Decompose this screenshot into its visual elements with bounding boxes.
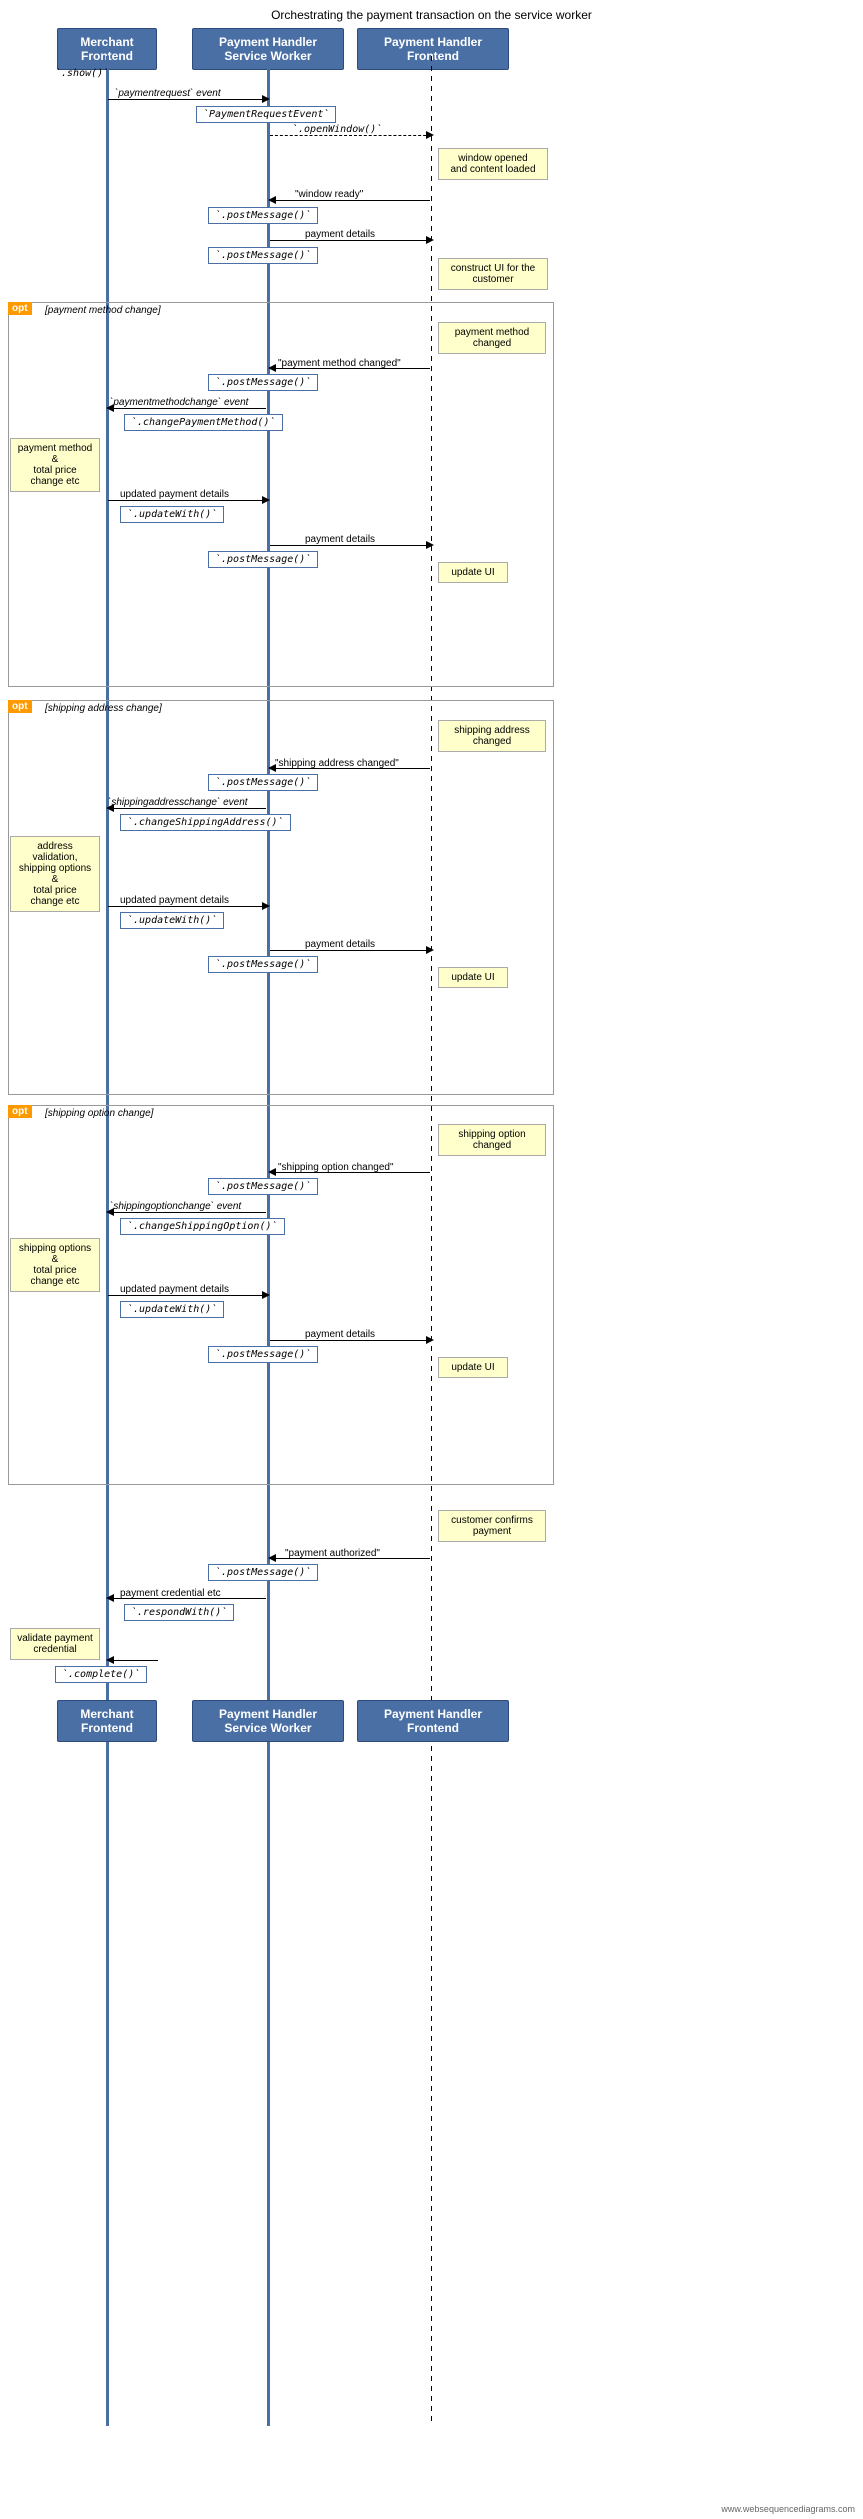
paymentmethodchange-arrow: [108, 408, 266, 409]
change-shipping-address-box: `.changeShippingAddress()`: [120, 814, 291, 831]
footer: www.websequencediagrams.com: [721, 2504, 855, 2514]
payment-details-2-arrowhead: [426, 541, 434, 549]
update-ui-3-note: update UI: [438, 1357, 508, 1378]
payment-details-3-arrow: [270, 950, 430, 951]
shipping-address-changed-label: "shipping address changed": [275, 758, 399, 769]
shippingaddresschange-label: `shippingaddresschange` event: [108, 797, 248, 808]
payment-details-1-label: payment details: [305, 229, 375, 240]
payment-method-changed-arrowhead: [268, 364, 276, 372]
payment-request-event-box: `PaymentRequestEvent`: [196, 106, 336, 123]
post-message-2-box: `.postMessage()`: [208, 247, 318, 264]
diagram-title: Orchestrating the payment transaction on…: [0, 0, 863, 30]
opt-condition-3: [shipping option change]: [45, 1108, 153, 1119]
post-message-5-box: `.postMessage()`: [208, 774, 318, 791]
updated-payment-2-label: updated payment details: [120, 895, 229, 906]
address-validation-note: address validation,shipping options &tot…: [10, 836, 100, 912]
openwindow-arrow: [270, 135, 431, 136]
payment-details-1-arrowhead: [426, 236, 434, 244]
validate-payment-note: validate payment credential: [10, 1628, 100, 1660]
shippingoptionchange-label: `shippingoptionchange` event: [110, 1201, 241, 1212]
lifeline-frontend-bottom: Payment Handler Frontend: [357, 1700, 509, 1742]
update-ui-2-note: update UI: [438, 967, 508, 988]
paymentrequest-arrow: [108, 99, 266, 100]
payment-method-changed-note: payment method changed: [438, 322, 546, 354]
paymentrequest-label: `paymentrequest` event: [115, 88, 221, 99]
shipping-option-changed-arrowhead: [268, 1168, 276, 1176]
window-opened-note: window openedand content loaded: [438, 148, 548, 180]
complete-box: `.complete()`: [55, 1666, 147, 1683]
opt-condition-1: [payment method change]: [45, 305, 161, 316]
payment-details-2-label: payment details: [305, 534, 375, 545]
payment-authorized-arrowhead: [268, 1554, 276, 1562]
payment-credential-label: payment credential etc: [120, 1588, 221, 1599]
respond-with-box: `.respondWith()`: [124, 1604, 234, 1621]
shipping-option-changed-note: shipping option changed: [438, 1124, 546, 1156]
updated-payment-3-label: updated payment details: [120, 1284, 229, 1295]
updated-payment-3-arrow: [108, 1295, 266, 1296]
updated-payment-1-arrowhead: [262, 496, 270, 504]
payment-details-3-arrowhead: [426, 946, 434, 954]
opt-label-3: opt: [8, 1105, 32, 1118]
post-message-7-box: `.postMessage()`: [208, 1178, 318, 1195]
shipping-options-note: shipping options &total price change etc: [10, 1238, 100, 1292]
diagram-container: Orchestrating the payment transaction on…: [0, 0, 863, 2519]
validate-back-arrow: [108, 1660, 158, 1661]
payment-credential-arrowhead: [106, 1594, 114, 1602]
lifeline-frontend-top: Payment Handler Frontend: [357, 28, 509, 70]
payment-method-changed-label: "payment method changed": [278, 358, 401, 369]
payment-details-4-arrowhead: [426, 1336, 434, 1344]
payment-details-1-arrow: [270, 240, 430, 241]
shippingoptionchange-arrow: [108, 1212, 266, 1213]
openwindow-arrowhead: [426, 131, 434, 139]
window-ready-arrow: [270, 200, 430, 201]
window-ready-label: "window ready": [295, 189, 363, 200]
paymentmethodchange-label: `paymentmethodchange` event: [110, 397, 248, 408]
lifeline-merchant-bottom: Merchant Frontend: [57, 1700, 157, 1742]
customer-confirms-note: customer confirms payment: [438, 1510, 546, 1542]
opt-label-2: opt: [8, 700, 32, 713]
opt-condition-2: [shipping address change]: [45, 703, 162, 714]
updated-payment-1-arrow: [108, 500, 266, 501]
paymentrequest-arrowhead: [262, 95, 270, 103]
validate-back-arrowhead: [106, 1656, 114, 1664]
update-ui-1-note: update UI: [438, 562, 508, 583]
payment-details-4-label: payment details: [305, 1329, 375, 1340]
window-ready-arrowhead: [268, 196, 276, 204]
post-message-6-box: `.postMessage()`: [208, 956, 318, 973]
payment-details-4-arrow: [270, 1340, 430, 1341]
openwindow-label: `.openWindow()`: [292, 124, 382, 135]
construct-ui-note: construct UI for the customer: [438, 258, 548, 290]
change-shipping-option-box: `.changeShippingOption()`: [120, 1218, 285, 1235]
post-message-8-box: `.postMessage()`: [208, 1346, 318, 1363]
updated-payment-3-arrowhead: [262, 1291, 270, 1299]
updated-payment-2-arrow: [108, 906, 266, 907]
payment-authorized-label: "payment authorized": [285, 1548, 380, 1559]
updated-payment-2-arrowhead: [262, 902, 270, 910]
post-message-3-box: `.postMessage()`: [208, 374, 318, 391]
update-with-3-box: `.updateWith()`: [120, 1301, 224, 1318]
post-message-4-box: `.postMessage()`: [208, 551, 318, 568]
update-with-1-box: `.updateWith()`: [120, 506, 224, 523]
show-label: `.show()`: [55, 68, 109, 79]
payment-method-total-note: payment method &total price change etc: [10, 438, 100, 492]
post-message-9-box: `.postMessage()`: [208, 1564, 318, 1581]
updated-payment-1-label: updated payment details: [120, 489, 229, 500]
shippingaddresschange-arrow: [108, 808, 266, 809]
change-payment-method-box: `.changePaymentMethod()`: [124, 414, 283, 431]
shipping-option-changed-label: "shipping option changed": [278, 1162, 394, 1173]
payment-details-3-label: payment details: [305, 939, 375, 950]
shipping-address-changed-note: shipping address changed: [438, 720, 546, 752]
opt-label-1: opt: [8, 302, 32, 315]
post-message-1-box: `.postMessage()`: [208, 207, 318, 224]
update-with-2-box: `.updateWith()`: [120, 912, 224, 929]
lifeline-sw-bottom: Payment Handler Service Worker: [192, 1700, 344, 1742]
payment-details-2-arrow: [270, 545, 430, 546]
